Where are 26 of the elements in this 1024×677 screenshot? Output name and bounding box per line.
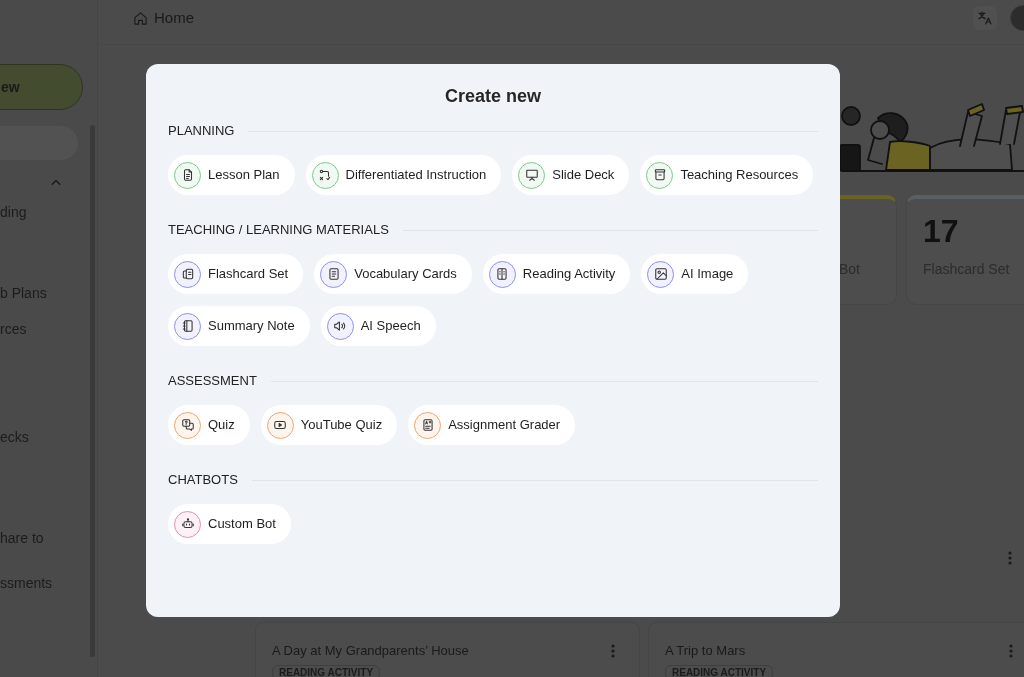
create-option-button[interactable]: Differentiated Instruction bbox=[305, 155, 502, 195]
translate-icon bbox=[977, 10, 993, 26]
more-options-icon[interactable] bbox=[611, 643, 615, 658]
home-icon bbox=[133, 10, 148, 26]
create-option-button[interactable]: YouTube Quiz bbox=[260, 405, 398, 445]
translate-button[interactable] bbox=[973, 6, 997, 30]
create-option-button[interactable]: Lesson Plan bbox=[168, 155, 295, 195]
more-options-icon[interactable] bbox=[1008, 551, 1012, 565]
create-option-button[interactable]: Teaching Resources bbox=[640, 155, 814, 195]
create-option-button[interactable]: Slide Deck bbox=[512, 155, 630, 195]
section-heading: PLANNING bbox=[168, 122, 235, 140]
create-option-button[interactable]: Quiz bbox=[168, 405, 250, 445]
section-heading: TEACHING / LEARNING MATERIALS bbox=[168, 221, 389, 239]
create-option-button[interactable]: Vocabulary Cards bbox=[314, 254, 472, 294]
section-heading: ASSESSMENT bbox=[168, 372, 257, 390]
more-options-icon[interactable] bbox=[1009, 643, 1013, 658]
stat-value: 17 bbox=[923, 213, 960, 249]
section-heading: CHATBOTS bbox=[168, 471, 238, 489]
create-option-button[interactable]: AI Speech bbox=[320, 306, 436, 346]
create-option-button[interactable]: Reading Activity bbox=[482, 254, 631, 294]
create-option-button[interactable]: Summary Note bbox=[168, 306, 310, 346]
dialog-title: Create new bbox=[443, 85, 542, 108]
create-option-button[interactable]: AI Image bbox=[641, 254, 749, 294]
create-option-button[interactable]: Custom Bot bbox=[168, 504, 291, 544]
create-option-button[interactable]: Flashcard Set bbox=[168, 254, 304, 294]
create-option-button[interactable]: Assignment Grader bbox=[408, 405, 576, 445]
